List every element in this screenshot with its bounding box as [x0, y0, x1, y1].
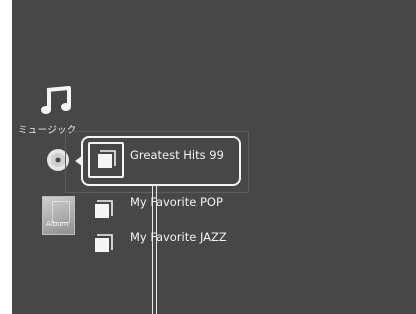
album-thumbnail: Album [42, 196, 75, 235]
playlist-item-label[interactable]: Greatest Hits 99 [130, 148, 224, 162]
album-thumbnail-label: Album [46, 220, 69, 228]
playlist-item-label[interactable]: My Favorite POP [130, 195, 223, 209]
playlist-icon [95, 234, 113, 252]
playlist-icon [95, 200, 113, 218]
music-note-icon[interactable] [40, 84, 74, 118]
playlist-icon [98, 150, 116, 168]
playlist-item-label[interactable]: My Favorite JAZZ [130, 230, 227, 244]
